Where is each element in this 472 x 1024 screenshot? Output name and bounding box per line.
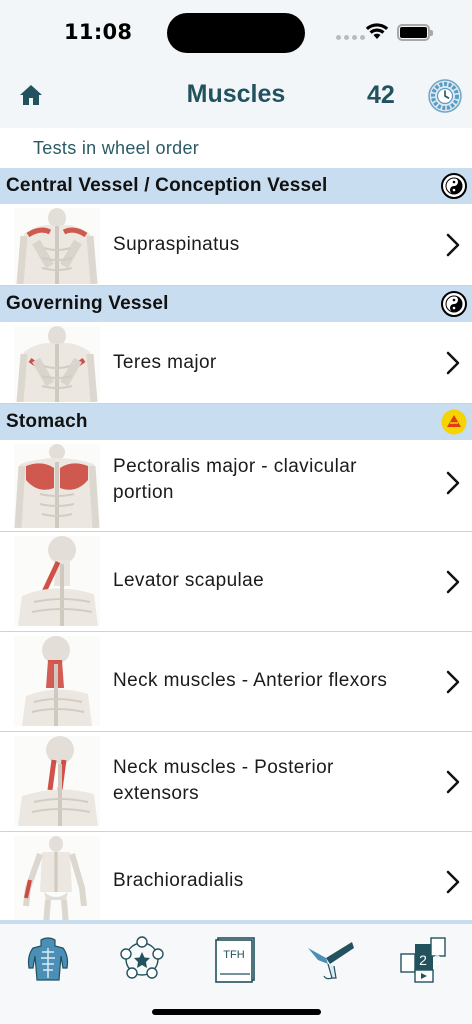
status-time: 11:08	[64, 20, 133, 44]
chevron-right-icon	[446, 870, 460, 894]
muscle-name: Brachioradialis	[113, 870, 244, 891]
list-item[interactable]: Pectoralis major - clavicular portion	[0, 440, 472, 532]
section-header: Governing Vessel	[0, 286, 472, 322]
list-item[interactable]: Neck muscles - Posterior extensors	[0, 732, 472, 832]
muscle-name: Neck muscles - Posterior extensors	[113, 757, 334, 804]
list-subtitle: Tests in wheel order	[33, 138, 200, 158]
page-title: Muscles	[186, 80, 286, 108]
muscle-name: Pectoralis major - clavicular portion	[113, 456, 357, 503]
chevron-right-icon	[446, 233, 460, 257]
torso-back-thumbnail	[14, 208, 100, 284]
chevron-right-icon	[446, 570, 460, 594]
book-icon-label: TFH	[223, 949, 244, 961]
dynamic-island	[167, 13, 305, 53]
list-item[interactable]: Brachioradialis	[0, 832, 472, 932]
navigation-bar: Muscles 42	[0, 62, 472, 128]
list-item[interactable]: Supraspinatus	[0, 204, 472, 286]
list-item[interactable]: Levator scapulae	[0, 532, 472, 632]
yin-yang-icon	[441, 291, 467, 317]
muscle-name: Teres major	[113, 352, 217, 373]
muscle-body-icon[interactable]	[23, 934, 73, 984]
neck-side-thumbnail	[14, 636, 100, 726]
numbered-steps-icon[interactable]: 123	[399, 934, 449, 984]
earth-triangle-icon	[441, 409, 467, 435]
section-title: Central Vessel / Conception Vessel	[6, 175, 328, 196]
muscle-name: Supraspinatus	[113, 234, 240, 255]
battery-icon	[397, 24, 433, 41]
five-element-wheel-icon[interactable]	[117, 934, 167, 984]
cellular-signal-icon	[336, 35, 365, 40]
section-title: Governing Vessel	[6, 293, 169, 314]
wifi-icon	[365, 23, 389, 39]
muscle-list: Central Vessel / Conception Vessel Supra…	[0, 168, 472, 932]
list-item[interactable]: Neck muscles - Anterior flexors	[0, 632, 472, 732]
chevron-right-icon	[446, 670, 460, 694]
torso-front-thumbnail	[14, 444, 100, 528]
chevron-right-icon	[446, 770, 460, 794]
section-header: Central Vessel / Conception Vessel	[0, 168, 472, 204]
book-icon[interactable]: TFH	[212, 934, 262, 984]
list-item[interactable]: Teres major	[0, 322, 472, 404]
muscle-name: Neck muscles - Anterior flexors	[113, 670, 388, 691]
torso-back-thumbnail	[14, 326, 100, 402]
status-bar: 11:08	[0, 0, 472, 62]
muscle-count: 42	[367, 81, 395, 109]
arm-test-icon[interactable]	[306, 934, 356, 984]
section-title: Stomach	[6, 411, 88, 432]
section-header: Stomach	[0, 404, 472, 440]
steps-icon-label: 123	[405, 952, 441, 968]
muscle-name: Levator scapulae	[113, 570, 265, 591]
yin-yang-icon	[441, 173, 467, 199]
chevron-right-icon	[446, 351, 460, 375]
chevron-right-icon	[446, 471, 460, 495]
home-indicator	[152, 1009, 321, 1015]
wheel-order-icon[interactable]	[428, 79, 462, 113]
neck-side-thumbnail	[14, 536, 100, 626]
full-body-thumbnail	[14, 836, 100, 926]
neck-side-thumbnail	[14, 736, 100, 826]
